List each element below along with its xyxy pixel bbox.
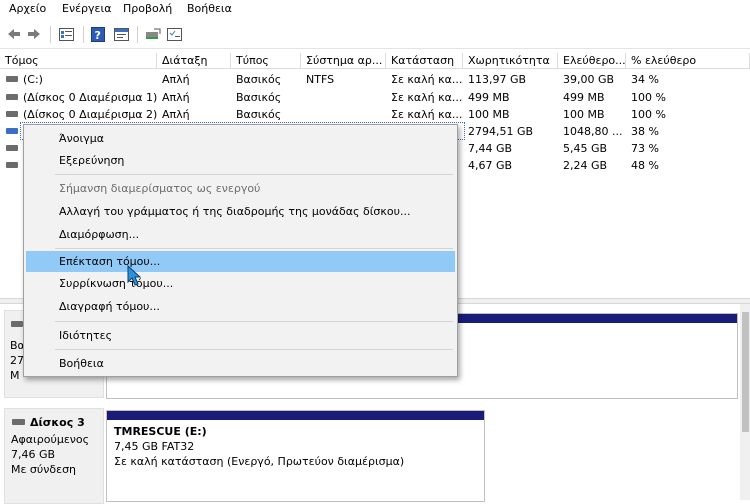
disk-info[interactable]: Δίσκος 3 Αφαιρούμενος 7,46 GB Με σύνδεση xyxy=(4,408,104,504)
column-header-status[interactable]: Κατάσταση xyxy=(386,53,463,69)
menu-separator xyxy=(55,248,453,249)
capacity-cell: 2794,51 GB xyxy=(468,125,534,138)
type-cell: Βασικός xyxy=(236,91,282,104)
toolbar-separator xyxy=(83,26,84,43)
menu-action[interactable]: Ενέργεια xyxy=(62,2,111,15)
properties-icon[interactable] xyxy=(166,26,183,42)
layout-cell: Απλή xyxy=(162,108,190,121)
filesystem-cell: NTFS xyxy=(306,73,335,86)
console-icon[interactable] xyxy=(113,26,130,42)
free-space-cell: 39,00 GB xyxy=(563,73,615,86)
volume-icon xyxy=(6,145,18,151)
free-space-cell: 499 MB xyxy=(563,91,605,104)
free-space-cell: 2,24 GB xyxy=(563,159,608,172)
percent-free-cell: 100 % xyxy=(631,91,666,104)
context-menu: Άνοιγμα Εξερεύνηση Σήμανση διαμερίσματος… xyxy=(23,124,458,377)
capacity-cell: 113,97 GB xyxy=(468,73,527,86)
free-space-cell: 5,45 GB xyxy=(563,142,608,155)
menu-bar: Αρχείο Ενέργεια Προβολή Βοήθεια xyxy=(0,0,750,19)
layout-cell: Απλή xyxy=(162,73,190,86)
volume-icon xyxy=(6,111,18,117)
partition-block[interactable]: TMRESCUE (E:) 7,45 GB FAT32 Σε καλή κατά… xyxy=(106,410,485,502)
toolbar-separator xyxy=(50,26,51,43)
type-cell: Βασικός xyxy=(236,73,282,86)
column-header-type[interactable]: Τύπος xyxy=(231,53,301,69)
menu-item-explore[interactable]: Εξερεύνηση xyxy=(26,150,455,171)
status-cell: Σε καλή κα... xyxy=(391,73,463,86)
help-icon[interactable]: ? xyxy=(90,26,105,42)
partition-bar xyxy=(107,411,484,420)
volume-name: (Δίσκος 0 Διαμέρισμα 2) xyxy=(23,108,158,121)
toolbar: ? xyxy=(0,19,750,49)
menu-item-help[interactable]: Βοήθεια xyxy=(26,353,455,374)
menu-item-properties[interactable]: Ιδιότητες xyxy=(26,325,455,346)
free-space-cell: 100 MB xyxy=(563,108,605,121)
column-header-layout[interactable]: Διάταξη xyxy=(157,53,231,69)
percent-free-cell: 73 % xyxy=(631,142,659,155)
connect-icon[interactable] xyxy=(144,26,161,42)
volume-icon xyxy=(6,162,18,168)
type-cell: Βασικός xyxy=(236,108,282,121)
menu-view[interactable]: Προβολή xyxy=(123,2,172,15)
menu-separator xyxy=(55,321,453,322)
status-cell: Σε καλή κα... xyxy=(391,91,463,104)
capacity-cell: 4,67 GB xyxy=(468,159,513,172)
capacity-cell: 100 MB xyxy=(468,108,510,121)
svg-text:?: ? xyxy=(94,29,100,42)
column-header-filesystem[interactable]: Σύστημα αρ... xyxy=(301,53,386,69)
status-cell: Σε καλή κα... xyxy=(391,108,463,121)
vertical-scrollbar[interactable] xyxy=(740,304,750,500)
capacity-cell: 499 MB xyxy=(468,91,510,104)
percent-free-cell: 100 % xyxy=(631,108,666,121)
menu-item-extend-volume[interactable]: Επέκταση τόμου... xyxy=(26,251,455,272)
disk-status-partial: Μ xyxy=(10,369,20,382)
menu-separator xyxy=(55,349,453,350)
volume-name: (Δίσκος 0 Διαμέρισμα 1) xyxy=(23,91,158,104)
mouse-pointer-icon xyxy=(127,265,141,286)
volume-icon xyxy=(6,76,18,82)
toolbar-separator xyxy=(137,26,138,43)
menu-item-open[interactable]: Άνοιγμα xyxy=(26,128,455,149)
scrollbar-thumb[interactable] xyxy=(742,312,749,432)
free-space-cell: 1048,80 ... xyxy=(563,125,623,138)
disk-icon xyxy=(12,419,25,425)
menu-item-format[interactable]: Διαμόρφωση... xyxy=(26,224,455,245)
menu-separator xyxy=(55,174,453,175)
menu-item-change-drive-letter[interactable]: Αλλαγή του γράμματος ή της διαδρομής της… xyxy=(26,201,455,222)
column-header-percent-free[interactable]: % ελεύθερο xyxy=(626,53,750,69)
back-arrow-icon[interactable] xyxy=(6,26,22,42)
percent-free-cell: 34 % xyxy=(631,73,659,86)
column-header-volume[interactable]: Τόμος xyxy=(0,53,157,69)
disk-icon xyxy=(11,321,23,327)
menu-file[interactable]: Αρχείο xyxy=(9,2,46,15)
volume-name: (C:) xyxy=(23,73,43,86)
disk-status: Με σύνδεση xyxy=(11,463,77,476)
disk-view-icon[interactable] xyxy=(58,26,75,42)
partition-status: Σε καλή κατάσταση (Ενεργό, Πρωτεύον διαμ… xyxy=(114,455,405,468)
menu-help[interactable]: Βοήθεια xyxy=(187,2,232,15)
column-header-free-space[interactable]: Ελεύθερο... xyxy=(558,53,626,69)
volume-icon xyxy=(6,128,18,134)
capacity-cell: 7,44 GB xyxy=(468,142,513,155)
menu-item-delete-volume[interactable]: Διαγραφή τόμου... xyxy=(26,296,455,317)
disk-name: Δίσκος 3 xyxy=(30,416,85,429)
menu-item-shrink-volume[interactable]: Συρρίκνωση τόμου... xyxy=(26,273,455,294)
forward-arrow-icon[interactable] xyxy=(26,26,42,42)
volume-icon xyxy=(6,94,18,100)
percent-free-cell: 38 % xyxy=(631,125,659,138)
percent-free-cell: 48 % xyxy=(631,159,659,172)
layout-cell: Απλή xyxy=(162,91,190,104)
column-header-capacity[interactable]: Χωρητικότητα xyxy=(463,53,558,69)
menu-item-mark-active: Σήμανση διαμερίσματος ως ενεργού xyxy=(59,182,261,195)
